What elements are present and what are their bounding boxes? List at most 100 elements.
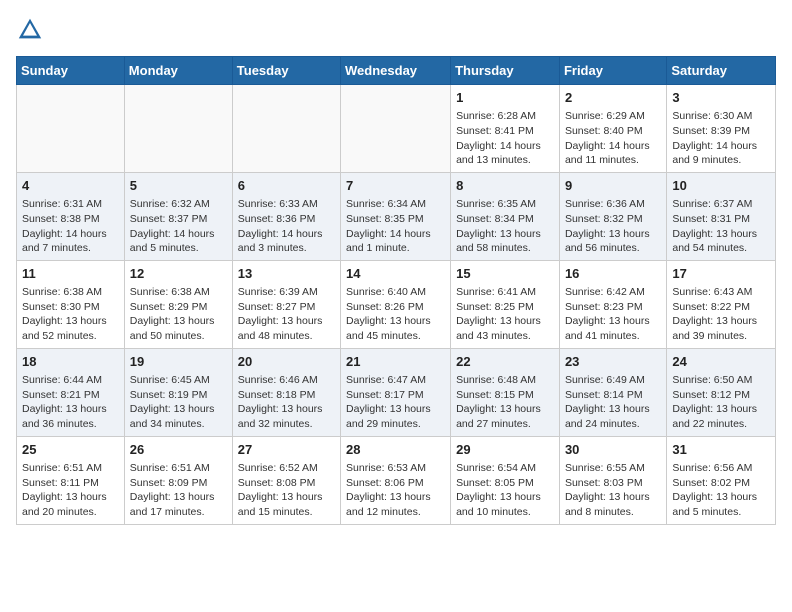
calendar-day-5: 5 Sunrise: 6:32 AM Sunset: 8:37 PM Daylig… [124,172,232,260]
day-info: Sunrise: 6:38 AM Sunset: 8:30 PM Dayligh… [22,285,119,344]
calendar-empty-cell [341,85,451,173]
day-info: Sunrise: 6:54 AM Sunset: 8:05 PM Dayligh… [456,461,554,520]
calendar-day-20: 20 Sunrise: 6:46 AM Sunset: 8:18 PM Dayli… [232,348,340,436]
day-info: Sunrise: 6:41 AM Sunset: 8:25 PM Dayligh… [456,285,554,344]
day-number: 3 [672,89,770,107]
weekday-header-thursday: Thursday [451,57,560,85]
day-number: 9 [565,177,661,195]
day-number: 25 [22,441,119,459]
calendar-day-14: 14 Sunrise: 6:40 AM Sunset: 8:26 PM Dayli… [341,260,451,348]
calendar-week-row: 11 Sunrise: 6:38 AM Sunset: 8:30 PM Dayli… [17,260,776,348]
day-info: Sunrise: 6:37 AM Sunset: 8:31 PM Dayligh… [672,197,770,256]
day-number: 4 [22,177,119,195]
calendar-day-7: 7 Sunrise: 6:34 AM Sunset: 8:35 PM Daylig… [341,172,451,260]
calendar-table: SundayMondayTuesdayWednesdayThursdayFrid… [16,56,776,525]
day-number: 7 [346,177,445,195]
calendar-day-25: 25 Sunrise: 6:51 AM Sunset: 8:11 PM Dayli… [17,436,125,524]
day-info: Sunrise: 6:45 AM Sunset: 8:19 PM Dayligh… [130,373,227,432]
day-info: Sunrise: 6:51 AM Sunset: 8:11 PM Dayligh… [22,461,119,520]
day-number: 20 [238,353,335,371]
day-number: 1 [456,89,554,107]
day-info: Sunrise: 6:33 AM Sunset: 8:36 PM Dayligh… [238,197,335,256]
day-number: 29 [456,441,554,459]
calendar-day-1: 1 Sunrise: 6:28 AM Sunset: 8:41 PM Daylig… [451,85,560,173]
day-info: Sunrise: 6:28 AM Sunset: 8:41 PM Dayligh… [456,109,554,168]
calendar-day-4: 4 Sunrise: 6:31 AM Sunset: 8:38 PM Daylig… [17,172,125,260]
day-info: Sunrise: 6:48 AM Sunset: 8:15 PM Dayligh… [456,373,554,432]
weekday-header-row: SundayMondayTuesdayWednesdayThursdayFrid… [17,57,776,85]
calendar-day-15: 15 Sunrise: 6:41 AM Sunset: 8:25 PM Dayli… [451,260,560,348]
calendar-day-10: 10 Sunrise: 6:37 AM Sunset: 8:31 PM Dayli… [667,172,776,260]
day-number: 30 [565,441,661,459]
calendar-day-21: 21 Sunrise: 6:47 AM Sunset: 8:17 PM Dayli… [341,348,451,436]
day-info: Sunrise: 6:34 AM Sunset: 8:35 PM Dayligh… [346,197,445,256]
calendar-day-22: 22 Sunrise: 6:48 AM Sunset: 8:15 PM Dayli… [451,348,560,436]
calendar-empty-cell [232,85,340,173]
weekday-header-saturday: Saturday [667,57,776,85]
day-number: 27 [238,441,335,459]
calendar-week-row: 1 Sunrise: 6:28 AM Sunset: 8:41 PM Daylig… [17,85,776,173]
day-info: Sunrise: 6:43 AM Sunset: 8:22 PM Dayligh… [672,285,770,344]
calendar-day-28: 28 Sunrise: 6:53 AM Sunset: 8:06 PM Dayli… [341,436,451,524]
day-info: Sunrise: 6:53 AM Sunset: 8:06 PM Dayligh… [346,461,445,520]
day-number: 6 [238,177,335,195]
day-info: Sunrise: 6:46 AM Sunset: 8:18 PM Dayligh… [238,373,335,432]
day-number: 2 [565,89,661,107]
day-info: Sunrise: 6:30 AM Sunset: 8:39 PM Dayligh… [672,109,770,168]
calendar-day-11: 11 Sunrise: 6:38 AM Sunset: 8:30 PM Dayli… [17,260,125,348]
day-number: 16 [565,265,661,283]
day-info: Sunrise: 6:50 AM Sunset: 8:12 PM Dayligh… [672,373,770,432]
day-number: 31 [672,441,770,459]
day-number: 22 [456,353,554,371]
day-number: 8 [456,177,554,195]
weekday-header-tuesday: Tuesday [232,57,340,85]
calendar-day-13: 13 Sunrise: 6:39 AM Sunset: 8:27 PM Dayli… [232,260,340,348]
calendar-week-row: 4 Sunrise: 6:31 AM Sunset: 8:38 PM Daylig… [17,172,776,260]
day-info: Sunrise: 6:40 AM Sunset: 8:26 PM Dayligh… [346,285,445,344]
calendar-day-6: 6 Sunrise: 6:33 AM Sunset: 8:36 PM Daylig… [232,172,340,260]
calendar-day-23: 23Sunrise: 6:49 AM Sunset: 8:14 PM Dayli… [559,348,666,436]
day-info: Sunrise: 6:55 AM Sunset: 8:03 PM Dayligh… [565,461,661,520]
day-number: 18 [22,353,119,371]
day-info: Sunrise: 6:52 AM Sunset: 8:08 PM Dayligh… [238,461,335,520]
day-number: 5 [130,177,227,195]
day-info: Sunrise: 6:35 AM Sunset: 8:34 PM Dayligh… [456,197,554,256]
logo [16,16,48,44]
calendar-day-18: 18 Sunrise: 6:44 AM Sunset: 8:21 PM Dayli… [17,348,125,436]
day-info: Sunrise: 6:39 AM Sunset: 8:27 PM Dayligh… [238,285,335,344]
day-number: 21 [346,353,445,371]
day-number: 12 [130,265,227,283]
day-number: 24 [672,353,770,371]
calendar-day-26: 26 Sunrise: 6:51 AM Sunset: 8:09 PM Dayli… [124,436,232,524]
day-number: 28 [346,441,445,459]
calendar-week-row: 18 Sunrise: 6:44 AM Sunset: 8:21 PM Dayli… [17,348,776,436]
calendar-day-30: 30 Sunrise: 6:55 AM Sunset: 8:03 PM Dayli… [559,436,666,524]
calendar-day-27: 27 Sunrise: 6:52 AM Sunset: 8:08 PM Dayli… [232,436,340,524]
day-info: Sunrise: 6:36 AM Sunset: 8:32 PM Dayligh… [565,197,661,256]
day-number: 10 [672,177,770,195]
calendar-day-24: 24 Sunrise: 6:50 AM Sunset: 8:12 PM Dayli… [667,348,776,436]
day-number: 17 [672,265,770,283]
day-info: Sunrise: 6:32 AM Sunset: 8:37 PM Dayligh… [130,197,227,256]
day-number: 11 [22,265,119,283]
day-number: 26 [130,441,227,459]
day-info: Sunrise: 6:29 AM Sunset: 8:40 PM Dayligh… [565,109,661,168]
day-info: Sunrise: 6:51 AM Sunset: 8:09 PM Dayligh… [130,461,227,520]
day-info: Sunrise: 6:31 AM Sunset: 8:38 PM Dayligh… [22,197,119,256]
day-number: 23 [565,353,661,371]
calendar-week-row: 25 Sunrise: 6:51 AM Sunset: 8:11 PM Dayli… [17,436,776,524]
day-number: 13 [238,265,335,283]
calendar-day-8: 8 Sunrise: 6:35 AM Sunset: 8:34 PM Daylig… [451,172,560,260]
day-number: 14 [346,265,445,283]
logo-icon [16,16,44,44]
day-info: Sunrise: 6:44 AM Sunset: 8:21 PM Dayligh… [22,373,119,432]
calendar-day-29: 29 Sunrise: 6:54 AM Sunset: 8:05 PM Dayli… [451,436,560,524]
weekday-header-wednesday: Wednesday [341,57,451,85]
day-info: Sunrise: 6:47 AM Sunset: 8:17 PM Dayligh… [346,373,445,432]
day-number: 15 [456,265,554,283]
page-header [16,16,776,44]
weekday-header-monday: Monday [124,57,232,85]
day-info: Sunrise: 6:38 AM Sunset: 8:29 PM Dayligh… [130,285,227,344]
calendar-day-9: 9 Sunrise: 6:36 AM Sunset: 8:32 PM Daylig… [559,172,666,260]
calendar-day-3: 3 Sunrise: 6:30 AM Sunset: 8:39 PM Daylig… [667,85,776,173]
